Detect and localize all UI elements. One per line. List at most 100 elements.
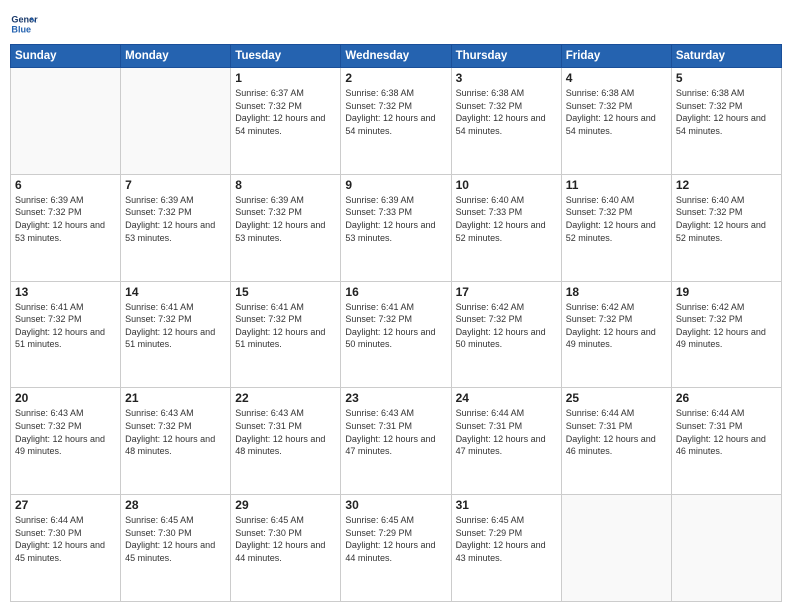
- day-info: Sunrise: 6:41 AMSunset: 7:32 PMDaylight:…: [235, 301, 336, 351]
- calendar-cell: 23 Sunrise: 6:43 AMSunset: 7:31 PMDayligh…: [341, 388, 451, 495]
- calendar-header-row: SundayMondayTuesdayWednesdayThursdayFrid…: [11, 45, 782, 68]
- day-number: 12: [676, 178, 777, 192]
- day-info: Sunrise: 6:44 AMSunset: 7:31 PMDaylight:…: [456, 407, 557, 457]
- day-info: Sunrise: 6:38 AMSunset: 7:32 PMDaylight:…: [345, 87, 446, 137]
- col-header-sunday: Sunday: [11, 45, 121, 68]
- calendar-cell: 11 Sunrise: 6:40 AMSunset: 7:32 PMDayligh…: [561, 174, 671, 281]
- calendar-cell: 26 Sunrise: 6:44 AMSunset: 7:31 PMDayligh…: [671, 388, 781, 495]
- calendar-cell: 10 Sunrise: 6:40 AMSunset: 7:33 PMDayligh…: [451, 174, 561, 281]
- day-info: Sunrise: 6:42 AMSunset: 7:32 PMDaylight:…: [456, 301, 557, 351]
- col-header-tuesday: Tuesday: [231, 45, 341, 68]
- calendar-cell: [121, 68, 231, 175]
- calendar-cell: 13Sunrise: 6:41 AMSunset: 7:32 PMDayligh…: [11, 281, 121, 388]
- header: General Blue: [10, 10, 782, 38]
- day-number: 31: [456, 498, 557, 512]
- calendar-cell: 8 Sunrise: 6:39 AMSunset: 7:32 PMDaylight…: [231, 174, 341, 281]
- calendar-cell: 27 Sunrise: 6:44 AMSunset: 7:30 PMDayligh…: [11, 495, 121, 602]
- day-info: Sunrise: 6:38 AMSunset: 7:32 PMDaylight:…: [456, 87, 557, 137]
- day-number: 8: [235, 178, 336, 192]
- day-info: Sunrise: 6:43 AMSunset: 7:32 PMDaylight:…: [15, 407, 116, 457]
- day-number: 29: [235, 498, 336, 512]
- day-number: 30: [345, 498, 446, 512]
- day-number: 13: [15, 285, 116, 299]
- calendar-cell: 28 Sunrise: 6:45 AMSunset: 7:30 PMDayligh…: [121, 495, 231, 602]
- calendar-cell: 19Sunrise: 6:42 AMSunset: 7:32 PMDayligh…: [671, 281, 781, 388]
- day-info: Sunrise: 6:43 AMSunset: 7:31 PMDaylight:…: [235, 407, 336, 457]
- col-header-monday: Monday: [121, 45, 231, 68]
- calendar-table: SundayMondayTuesdayWednesdayThursdayFrid…: [10, 44, 782, 602]
- day-number: 16: [345, 285, 446, 299]
- day-number: 24: [456, 391, 557, 405]
- day-number: 7: [125, 178, 226, 192]
- day-number: 6: [15, 178, 116, 192]
- day-info: Sunrise: 6:44 AMSunset: 7:31 PMDaylight:…: [676, 407, 777, 457]
- calendar-cell: 16 Sunrise: 6:41 AMSunset: 7:32 PMDayligh…: [341, 281, 451, 388]
- day-number: 17: [456, 285, 557, 299]
- calendar-cell: 22 Sunrise: 6:43 AMSunset: 7:31 PMDayligh…: [231, 388, 341, 495]
- day-info: Sunrise: 6:45 AMSunset: 7:29 PMDaylight:…: [345, 514, 446, 564]
- day-info: Sunrise: 6:37 AMSunset: 7:32 PMDaylight:…: [235, 87, 336, 137]
- calendar-week-row: 1 Sunrise: 6:37 AMSunset: 7:32 PMDaylight…: [11, 68, 782, 175]
- day-number: 19: [676, 285, 777, 299]
- calendar-cell: 7Sunrise: 6:39 AMSunset: 7:32 PMDaylight…: [121, 174, 231, 281]
- calendar-cell: 2 Sunrise: 6:38 AMSunset: 7:32 PMDaylight…: [341, 68, 451, 175]
- day-number: 18: [566, 285, 667, 299]
- day-info: Sunrise: 6:45 AMSunset: 7:29 PMDaylight:…: [456, 514, 557, 564]
- day-info: Sunrise: 6:45 AMSunset: 7:30 PMDaylight:…: [125, 514, 226, 564]
- calendar-cell: 30 Sunrise: 6:45 AMSunset: 7:29 PMDayligh…: [341, 495, 451, 602]
- day-number: 9: [345, 178, 446, 192]
- day-number: 3: [456, 71, 557, 85]
- page: General Blue SundayMondayTuesdayWednesda…: [0, 0, 792, 612]
- calendar-cell: 9Sunrise: 6:39 AMSunset: 7:33 PMDaylight…: [341, 174, 451, 281]
- day-number: 4: [566, 71, 667, 85]
- day-number: 27: [15, 498, 116, 512]
- day-info: Sunrise: 6:43 AMSunset: 7:31 PMDaylight:…: [345, 407, 446, 457]
- calendar-cell: 14Sunrise: 6:41 AMSunset: 7:32 PMDayligh…: [121, 281, 231, 388]
- col-header-friday: Friday: [561, 45, 671, 68]
- calendar-cell: 1 Sunrise: 6:37 AMSunset: 7:32 PMDaylight…: [231, 68, 341, 175]
- calendar-cell: 18 Sunrise: 6:42 AMSunset: 7:32 PMDayligh…: [561, 281, 671, 388]
- calendar-cell: 24 Sunrise: 6:44 AMSunset: 7:31 PMDayligh…: [451, 388, 561, 495]
- day-number: 23: [345, 391, 446, 405]
- day-number: 2: [345, 71, 446, 85]
- calendar-cell: 25 Sunrise: 6:44 AMSunset: 7:31 PMDayligh…: [561, 388, 671, 495]
- day-number: 11: [566, 178, 667, 192]
- day-info: Sunrise: 6:44 AMSunset: 7:30 PMDaylight:…: [15, 514, 116, 564]
- calendar-week-row: 27 Sunrise: 6:44 AMSunset: 7:30 PMDayligh…: [11, 495, 782, 602]
- day-number: 28: [125, 498, 226, 512]
- logo: General Blue: [10, 10, 38, 38]
- col-header-saturday: Saturday: [671, 45, 781, 68]
- day-info: Sunrise: 6:38 AMSunset: 7:32 PMDaylight:…: [676, 87, 777, 137]
- day-number: 1: [235, 71, 336, 85]
- calendar-cell: 5 Sunrise: 6:38 AMSunset: 7:32 PMDaylight…: [671, 68, 781, 175]
- calendar-cell: 31 Sunrise: 6:45 AMSunset: 7:29 PMDayligh…: [451, 495, 561, 602]
- logo-icon: General Blue: [10, 10, 38, 38]
- day-info: Sunrise: 6:38 AMSunset: 7:32 PMDaylight:…: [566, 87, 667, 137]
- day-number: 21: [125, 391, 226, 405]
- day-info: Sunrise: 6:45 AMSunset: 7:30 PMDaylight:…: [235, 514, 336, 564]
- day-info: Sunrise: 6:39 AMSunset: 7:32 PMDaylight:…: [15, 194, 116, 244]
- day-number: 10: [456, 178, 557, 192]
- calendar-cell: 12Sunrise: 6:40 AMSunset: 7:32 PMDayligh…: [671, 174, 781, 281]
- day-info: Sunrise: 6:44 AMSunset: 7:31 PMDaylight:…: [566, 407, 667, 457]
- day-info: Sunrise: 6:39 AMSunset: 7:32 PMDaylight:…: [235, 194, 336, 244]
- calendar-cell: 4 Sunrise: 6:38 AMSunset: 7:32 PMDaylight…: [561, 68, 671, 175]
- calendar-cell: 21 Sunrise: 6:43 AMSunset: 7:32 PMDayligh…: [121, 388, 231, 495]
- calendar-cell: [561, 495, 671, 602]
- day-number: 25: [566, 391, 667, 405]
- day-number: 26: [676, 391, 777, 405]
- day-info: Sunrise: 6:42 AMSunset: 7:32 PMDaylight:…: [566, 301, 667, 351]
- day-number: 22: [235, 391, 336, 405]
- calendar-week-row: 6 Sunrise: 6:39 AMSunset: 7:32 PMDaylight…: [11, 174, 782, 281]
- day-number: 5: [676, 71, 777, 85]
- calendar-cell: 15Sunrise: 6:41 AMSunset: 7:32 PMDayligh…: [231, 281, 341, 388]
- calendar-cell: 6 Sunrise: 6:39 AMSunset: 7:32 PMDaylight…: [11, 174, 121, 281]
- day-info: Sunrise: 6:40 AMSunset: 7:33 PMDaylight:…: [456, 194, 557, 244]
- svg-text:General: General: [11, 15, 38, 25]
- calendar-cell: [11, 68, 121, 175]
- calendar-cell: 3 Sunrise: 6:38 AMSunset: 7:32 PMDaylight…: [451, 68, 561, 175]
- day-info: Sunrise: 6:43 AMSunset: 7:32 PMDaylight:…: [125, 407, 226, 457]
- calendar-cell: 20Sunrise: 6:43 AMSunset: 7:32 PMDayligh…: [11, 388, 121, 495]
- day-info: Sunrise: 6:41 AMSunset: 7:32 PMDaylight:…: [345, 301, 446, 351]
- day-info: Sunrise: 6:40 AMSunset: 7:32 PMDaylight:…: [566, 194, 667, 244]
